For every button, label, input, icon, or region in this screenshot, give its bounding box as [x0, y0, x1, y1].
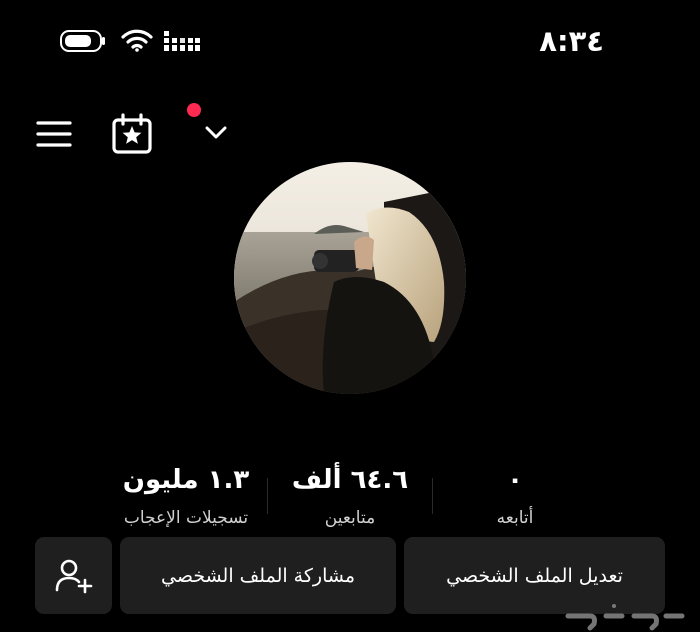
- stat-following[interactable]: ٠ أتابعه: [425, 462, 605, 530]
- followers-label: متابعين: [324, 508, 376, 528]
- chevron-down-icon[interactable]: [203, 122, 229, 142]
- notification-dot: [187, 103, 201, 117]
- likes-label: تسجيلات الإعجاب: [123, 508, 249, 528]
- likes-count: ١.٣ مليون: [122, 465, 250, 495]
- watermark-logo: [565, 604, 685, 631]
- status-time: ٨:٣٤: [539, 24, 604, 58]
- stat-followers[interactable]: ٦٤.٦ ألف متابعين: [260, 462, 440, 530]
- following-label: أتابعه: [496, 508, 534, 528]
- wifi-icon: [121, 29, 153, 52]
- followers-count: ٦٤.٦ ألف: [291, 465, 409, 495]
- battery-icon: [60, 30, 105, 52]
- avatar[interactable]: [234, 162, 466, 394]
- signal-icon: [164, 31, 200, 51]
- add-friend-button[interactable]: [35, 537, 112, 614]
- calendar-star-icon[interactable]: [111, 113, 153, 155]
- hamburger-menu-icon[interactable]: [35, 118, 73, 150]
- stat-likes[interactable]: ١.٣ مليون تسجيلات الإعجاب: [96, 462, 276, 530]
- following-count: ٠: [507, 465, 523, 495]
- share-profile-button[interactable]: مشاركة الملف الشخصي: [120, 537, 396, 614]
- add-user-icon: [55, 559, 92, 593]
